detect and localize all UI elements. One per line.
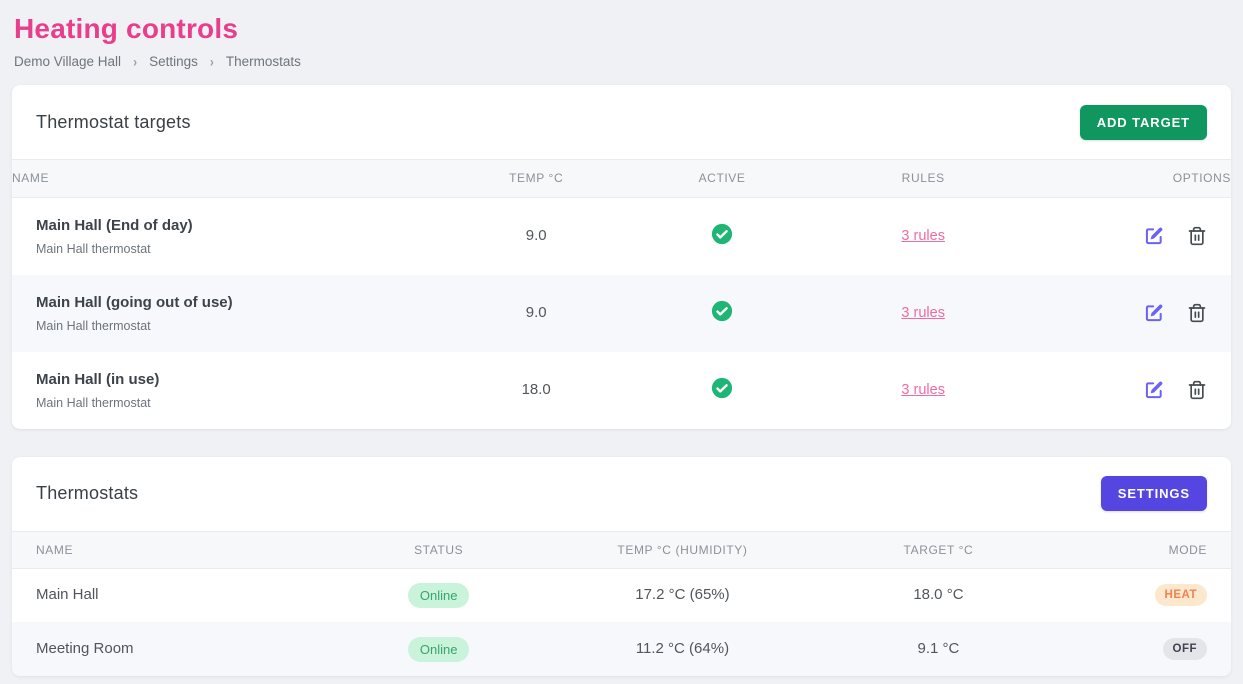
rules-link[interactable]: 3 rules: [901, 382, 945, 398]
target-name: Main Hall (in use): [36, 371, 451, 388]
target-temp-value: 9.1 °C: [918, 640, 960, 657]
column-header-temp: TEMP °C: [451, 160, 622, 198]
chevron-right-icon: ›: [210, 53, 214, 69]
target-temp-value: 9.0: [526, 227, 547, 244]
add-target-button[interactable]: ADD TARGET: [1080, 105, 1207, 140]
target-thermostat-label: Main Hall thermostat: [36, 396, 451, 410]
temp-humidity-value: 17.2 °C (65%): [635, 586, 729, 603]
mode-badge: HEAT: [1155, 584, 1207, 606]
settings-button[interactable]: SETTINGS: [1101, 476, 1207, 511]
status-badge: Online: [408, 583, 470, 608]
thermostats-card: Thermostats SETTINGS NAME STATUS TEMP °C…: [12, 457, 1231, 677]
column-header-temp: TEMP °C (HUMIDITY): [500, 531, 866, 568]
thermostat-name: Meeting Room: [36, 640, 134, 657]
column-header-target: TARGET °C: [865, 531, 1011, 568]
breadcrumb-item-site[interactable]: Demo Village Hall: [14, 54, 121, 69]
target-name: Main Hall (End of day): [36, 217, 451, 234]
column-header-rules: RULES: [823, 160, 1024, 198]
target-row: Main Hall (in use) Main Hall thermostat …: [12, 352, 1231, 429]
target-temp-value: 18.0: [522, 381, 551, 398]
target-temp-value: 18.0 °C: [913, 586, 963, 603]
trash-icon[interactable]: [1187, 226, 1207, 246]
targets-card-header: Thermostat targets ADD TARGET: [12, 85, 1231, 159]
rules-link[interactable]: 3 rules: [901, 228, 945, 244]
breadcrumb: Demo Village Hall › Settings › Thermosta…: [14, 54, 1229, 69]
edit-icon[interactable]: [1144, 303, 1164, 323]
edit-icon[interactable]: [1144, 226, 1164, 246]
target-row: Main Hall (End of day) Main Hall thermos…: [12, 198, 1231, 275]
target-thermostat-label: Main Hall thermostat: [36, 242, 451, 256]
thermostat-name: Main Hall: [36, 586, 99, 603]
target-thermostat-label: Main Hall thermostat: [36, 319, 451, 333]
target-name: Main Hall (going out of use): [36, 294, 451, 311]
thermostats-card-title: Thermostats: [36, 483, 138, 504]
active-check-icon: [711, 377, 733, 399]
target-temp-value: 9.0: [526, 304, 547, 321]
rules-link[interactable]: 3 rules: [901, 305, 945, 321]
thermostat-row: Meeting Room Online 11.2 °C (64%) 9.1 °C…: [12, 622, 1231, 676]
temp-humidity-value: 11.2 °C (64%): [636, 640, 729, 657]
page-header: Heating controls Demo Village Hall › Set…: [0, 0, 1243, 85]
thermostat-targets-card: Thermostat targets ADD TARGET NAME TEMP …: [12, 85, 1231, 429]
column-header-active: ACTIVE: [622, 160, 823, 198]
column-header-status: STATUS: [378, 531, 500, 568]
active-check-icon: [711, 223, 733, 245]
trash-icon[interactable]: [1187, 303, 1207, 323]
edit-icon[interactable]: [1144, 380, 1164, 400]
thermostat-row: Main Hall Online 17.2 °C (65%) 18.0 °C H…: [12, 568, 1231, 622]
thermostats-table-body: Main Hall Online 17.2 °C (65%) 18.0 °C H…: [12, 568, 1231, 676]
targets-table: NAME TEMP °C ACTIVE RULES OPTIONS Main H…: [12, 159, 1231, 429]
mode-badge: OFF: [1163, 638, 1208, 660]
targets-card-title: Thermostat targets: [36, 112, 191, 133]
target-row: Main Hall (going out of use) Main Hall t…: [12, 275, 1231, 352]
column-header-name: NAME: [12, 160, 451, 198]
trash-icon[interactable]: [1187, 380, 1207, 400]
targets-table-header-row: NAME TEMP °C ACTIVE RULES OPTIONS: [12, 160, 1231, 198]
chevron-right-icon: ›: [133, 53, 137, 69]
thermostats-table-header-row: NAME STATUS TEMP °C (HUMIDITY) TARGET °C…: [12, 531, 1231, 568]
active-check-icon: [711, 300, 733, 322]
thermostats-table: NAME STATUS TEMP °C (HUMIDITY) TARGET °C…: [12, 531, 1231, 677]
breadcrumb-item-settings[interactable]: Settings: [149, 54, 198, 69]
thermostats-card-header: Thermostats SETTINGS: [12, 457, 1231, 531]
status-badge: Online: [408, 637, 470, 662]
page-title: Heating controls: [14, 13, 1229, 45]
breadcrumb-item-thermostats[interactable]: Thermostats: [226, 54, 301, 69]
column-header-options: OPTIONS: [1024, 160, 1231, 198]
column-header-name: NAME: [12, 531, 378, 568]
column-header-mode: MODE: [1012, 531, 1231, 568]
targets-table-body: Main Hall (End of day) Main Hall thermos…: [12, 198, 1231, 429]
